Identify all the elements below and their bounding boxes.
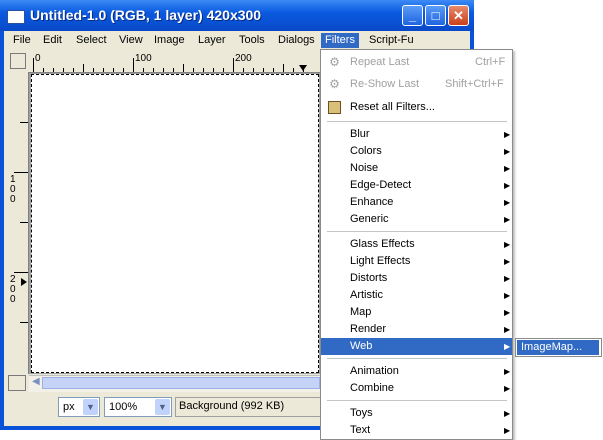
submenu-arrow-icon: ▶: [504, 426, 511, 435]
maximize-button[interactable]: □: [425, 5, 446, 26]
pointer-marker-icon: [299, 65, 307, 71]
menu-item-light-effects[interactable]: Light Effects ▶: [321, 253, 512, 270]
submenu-item-imagemap[interactable]: ImageMap...: [517, 340, 599, 355]
submenu-arrow-icon: ▶: [504, 384, 511, 393]
submenu-arrow-icon: ▶: [504, 147, 511, 156]
submenu-arrow-icon: ▶: [504, 198, 511, 207]
horizontal-ruler: 0 100 200: [29, 52, 320, 73]
submenu-arrow-icon: ▶: [504, 240, 511, 249]
menu-item-map[interactable]: Map ▶: [321, 304, 512, 321]
menu-item-edge-detect[interactable]: Edge-Detect ▶: [321, 177, 512, 194]
vertical-ruler: 1 0 0 2 0 0: [8, 72, 29, 374]
menu-dialogs[interactable]: Dialogs: [278, 33, 315, 48]
close-icon: ✕: [453, 8, 464, 23]
menu-select[interactable]: Select: [76, 33, 107, 48]
menu-separator: [327, 231, 507, 232]
menu-separator: [327, 121, 507, 122]
ruler-label: 0: [10, 194, 16, 205]
submenu-arrow-icon: ▶: [504, 409, 511, 418]
menu-item-render[interactable]: Render ▶: [321, 321, 512, 338]
menu-script-fu[interactable]: Script-Fu: [369, 33, 414, 48]
submenu-arrow-icon: ▶: [504, 291, 511, 300]
menu-item-reset-all[interactable]: Reset all Filters...: [321, 99, 512, 116]
menu-item-repeat-last[interactable]: ⚙ Repeat Last Ctrl+F: [321, 54, 512, 71]
menu-item-blur[interactable]: Blur ▶: [321, 126, 512, 143]
menu-item-distorts[interactable]: Distorts ▶: [321, 270, 512, 287]
submenu-arrow-icon: ▶: [504, 164, 511, 173]
menu-item-colors[interactable]: Colors ▶: [321, 143, 512, 160]
image-canvas[interactable]: [31, 74, 319, 373]
pointer-marker-icon: [21, 278, 27, 286]
menu-item-generic[interactable]: Generic ▶: [321, 211, 512, 228]
status-text: Background (992 KB): [175, 397, 325, 417]
navigate-button[interactable]: [8, 375, 26, 391]
submenu-arrow-icon: ▶: [504, 257, 511, 266]
menu-item-combine[interactable]: Combine ▶: [321, 380, 512, 397]
submenu-arrow-icon: ▶: [504, 274, 511, 283]
menu-item-glass-effects[interactable]: Glass Effects ▶: [321, 236, 512, 253]
submenu-arrow-icon: ▶: [504, 367, 511, 376]
submenu-arrow-icon: ▶: [504, 215, 511, 224]
menu-view[interactable]: View: [119, 33, 143, 48]
maximize-icon: □: [431, 8, 440, 23]
chevron-down-icon[interactable]: ▼: [155, 399, 170, 415]
minimize-button[interactable]: _: [402, 5, 423, 26]
menu-layer[interactable]: Layer: [198, 33, 226, 48]
menu-item-reshow-last[interactable]: ⚙ Re-Show Last Shift+Ctrl+F: [321, 76, 512, 93]
unit-select[interactable]: px ▼: [58, 397, 100, 417]
submenu-arrow-icon: ▶: [504, 308, 511, 317]
menu-tools[interactable]: Tools: [239, 33, 265, 48]
menu-image[interactable]: Image: [154, 33, 185, 48]
reshow-icon: ⚙: [329, 77, 340, 91]
reset-icon: [328, 101, 341, 114]
zoom-value: 100%: [109, 401, 138, 413]
menu-item-noise[interactable]: Noise ▶: [321, 160, 512, 177]
menu-item-enhance[interactable]: Enhance ▶: [321, 194, 512, 211]
repeat-icon: ⚙: [329, 55, 340, 69]
submenu-arrow-icon: ▶: [504, 342, 511, 351]
scroll-left-icon[interactable]: ◀: [32, 376, 40, 387]
menu-edit[interactable]: Edit: [43, 33, 62, 48]
window-title: Untitled-1.0 (RGB, 1 layer) 420x300: [30, 7, 262, 23]
ruler-label: 200: [235, 53, 252, 64]
close-button[interactable]: ✕: [448, 5, 469, 26]
menu-separator: [327, 358, 507, 359]
menu-file[interactable]: File: [13, 33, 31, 48]
menu-item-artistic[interactable]: Artistic ▶: [321, 287, 512, 304]
menu-separator: [327, 400, 507, 401]
ruler-label: 0: [10, 294, 16, 305]
quick-mask-button[interactable]: [10, 53, 26, 69]
submenu-arrow-icon: ▶: [504, 325, 511, 334]
scrollbar-thumb[interactable]: [42, 377, 320, 389]
ruler-label: 100: [135, 53, 152, 64]
chevron-down-icon[interactable]: ▼: [83, 399, 98, 415]
menu-filters[interactable]: Filters: [321, 33, 359, 48]
window-icon: [7, 10, 25, 24]
minimize-icon: _: [408, 8, 417, 23]
submenu-arrow-icon: ▶: [504, 181, 511, 190]
submenu-arrow-icon: ▶: [504, 130, 511, 139]
ruler-label: 0: [35, 53, 41, 64]
zoom-select[interactable]: 100% ▼: [104, 397, 172, 417]
menu-item-toys[interactable]: Toys ▶: [321, 405, 512, 422]
unit-value: px: [63, 401, 75, 413]
menu-item-text[interactable]: Text ▶: [321, 422, 512, 439]
menu-item-web[interactable]: Web ▶: [321, 338, 512, 355]
menu-item-animation[interactable]: Animation ▶: [321, 363, 512, 380]
